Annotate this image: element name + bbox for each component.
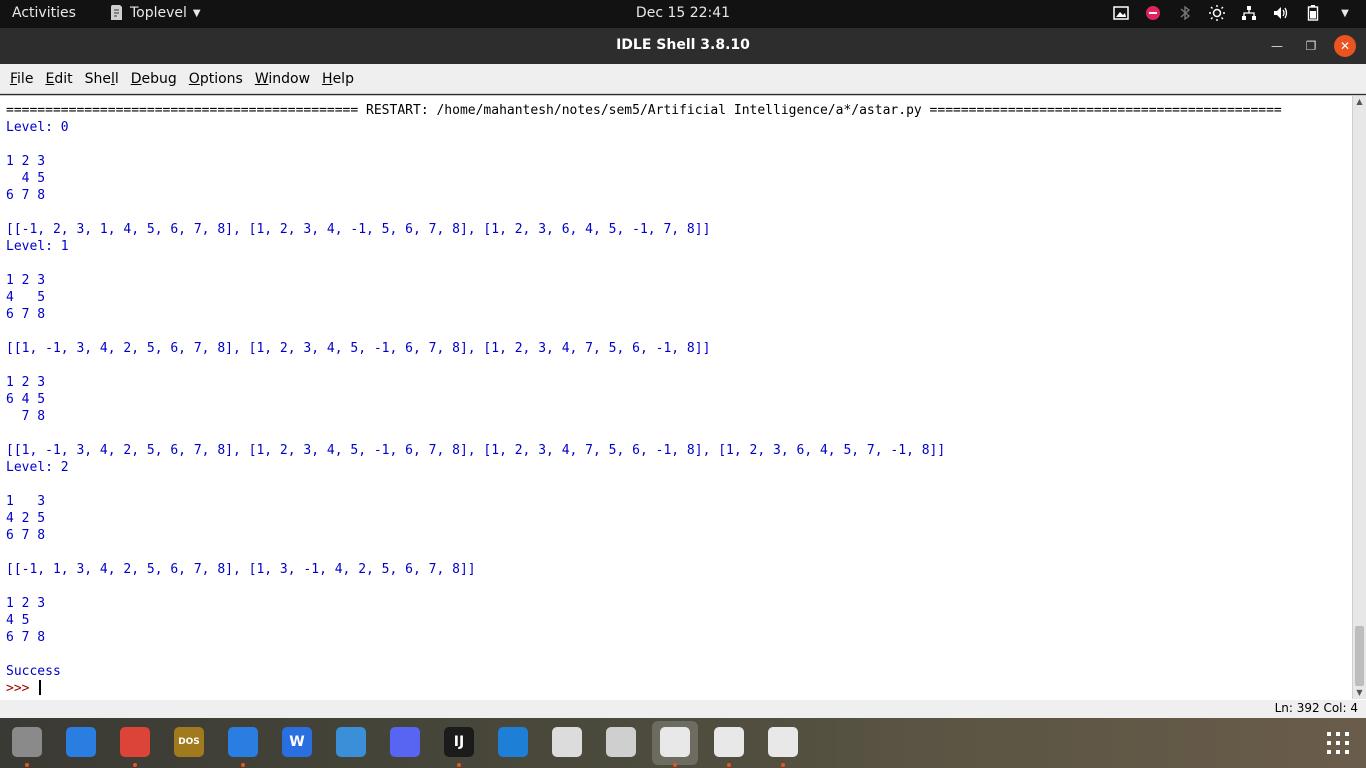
chrome-icon[interactable] bbox=[120, 727, 150, 757]
network-icon[interactable] bbox=[1240, 4, 1258, 22]
bluetooth-icon[interactable] bbox=[1176, 4, 1194, 22]
window-title: IDLE Shell 3.8.10 bbox=[616, 37, 750, 53]
window-title-bar[interactable]: IDLE Shell 3.8.10 — ❐ ✕ bbox=[0, 28, 1366, 64]
idle-python-icon-2[interactable] bbox=[714, 727, 744, 757]
output-line: [[-1, 1, 3, 4, 2, 5, 6, 7, 8], [1, 3, -1… bbox=[6, 562, 476, 577]
output-line: Level: 0 bbox=[6, 120, 69, 135]
menu-edit[interactable]: Edit bbox=[39, 71, 78, 87]
output-line: 1 2 3 bbox=[6, 596, 46, 611]
idle-python-icon-3[interactable] bbox=[768, 727, 798, 757]
shell-text-area[interactable]: ========================================… bbox=[0, 95, 1366, 700]
output-line: 6 7 8 bbox=[6, 307, 46, 322]
output-line: Level: 1 bbox=[6, 239, 69, 254]
battery-icon[interactable] bbox=[1304, 4, 1322, 22]
app-menu[interactable]: Toplevel ▼ bbox=[108, 4, 201, 22]
shell-output[interactable]: ========================================… bbox=[6, 102, 1346, 697]
output-line: Success bbox=[6, 664, 61, 679]
output-line: 6 7 8 bbox=[6, 188, 46, 203]
screenshot-icon[interactable] bbox=[1112, 4, 1130, 22]
output-line: 1 2 3 bbox=[6, 375, 46, 390]
output-line: 1 2 3 bbox=[6, 154, 46, 169]
running-indicator bbox=[25, 763, 29, 767]
maximize-icon[interactable]: ❐ bbox=[1300, 35, 1322, 57]
dock: DOS W IJ bbox=[0, 718, 1366, 768]
shell-prompt: >>> bbox=[6, 681, 38, 696]
running-indicator bbox=[133, 763, 137, 767]
dosbox-icon[interactable]: DOS bbox=[174, 727, 204, 757]
menu-file[interactable]: File bbox=[4, 71, 39, 87]
activities-button[interactable]: Activities bbox=[12, 5, 76, 21]
files-icon[interactable] bbox=[12, 727, 42, 757]
system-monitor-icon[interactable] bbox=[336, 727, 366, 757]
chevron-down-icon: ▼ bbox=[192, 7, 201, 19]
status-bar: Ln: 392 Col: 4 bbox=[0, 700, 1366, 718]
image-viewer-icon[interactable] bbox=[606, 727, 636, 757]
cursor-position: Ln: 392 Col: 4 bbox=[1274, 701, 1358, 715]
text-editor-icon[interactable] bbox=[66, 727, 96, 757]
running-indicator bbox=[457, 763, 461, 767]
output-line: 1 2 3 bbox=[6, 273, 46, 288]
prompt-line[interactable]: >>> bbox=[6, 680, 1346, 697]
feather-icon bbox=[108, 4, 124, 22]
menu-bar: File Edit Shell Debug Options Window Hel… bbox=[0, 64, 1366, 94]
dnd-icon[interactable] bbox=[1144, 4, 1162, 22]
menu-help[interactable]: Help bbox=[316, 71, 360, 87]
document-viewer-icon[interactable] bbox=[552, 727, 582, 757]
scroll-down-icon[interactable]: ▼ bbox=[1353, 687, 1366, 699]
output-line: 6 4 5 bbox=[6, 392, 46, 407]
output-line: [[1, -1, 3, 4, 2, 5, 6, 7, 8], [1, 2, 3,… bbox=[6, 341, 711, 356]
menu-options[interactable]: Options bbox=[183, 71, 249, 87]
minimize-icon[interactable]: — bbox=[1266, 35, 1288, 57]
app-menu-label: Toplevel bbox=[130, 5, 187, 21]
running-indicator bbox=[241, 763, 245, 767]
scroll-up-icon[interactable]: ▲ bbox=[1353, 96, 1366, 108]
menu-debug[interactable]: Debug bbox=[125, 71, 183, 87]
vscode-icon[interactable] bbox=[498, 727, 528, 757]
running-indicator bbox=[781, 763, 785, 767]
output-line: 7 8 bbox=[6, 409, 46, 424]
volume-icon[interactable] bbox=[1272, 4, 1290, 22]
output-line: 4 2 5 bbox=[6, 511, 46, 526]
menu-shell[interactable]: Shell bbox=[79, 71, 125, 87]
output-line: Level: 2 bbox=[6, 460, 69, 475]
remote-desktop-icon[interactable] bbox=[228, 727, 258, 757]
vertical-scrollbar[interactable]: ▲ ▼ bbox=[1352, 96, 1366, 699]
output-line: 6 7 8 bbox=[6, 630, 46, 645]
text-cursor bbox=[39, 680, 42, 695]
power-menu-chevron-icon[interactable]: ▼ bbox=[1336, 4, 1354, 22]
clock[interactable]: Dec 15 22:41 bbox=[636, 5, 730, 21]
output-line: [[1, -1, 3, 4, 2, 5, 6, 7, 8], [1, 2, 3,… bbox=[6, 443, 946, 458]
menu-window[interactable]: Window bbox=[249, 71, 316, 87]
show-applications-icon[interactable] bbox=[1327, 732, 1349, 754]
running-indicator bbox=[673, 763, 677, 767]
output-line: [[-1, 2, 3, 1, 4, 5, 6, 7, 8], [1, 2, 3,… bbox=[6, 222, 711, 237]
output-line: 4 5 bbox=[6, 613, 30, 628]
running-indicator bbox=[727, 763, 731, 767]
top-bar: Activities Toplevel ▼ Dec 15 22:41 ▼ bbox=[0, 0, 1366, 28]
discord-icon[interactable] bbox=[390, 727, 420, 757]
scrollbar-thumb[interactable] bbox=[1355, 626, 1364, 686]
output-line: 4 5 bbox=[6, 290, 46, 305]
system-tray[interactable]: ▼ bbox=[1112, 4, 1354, 22]
output-line: 1 3 bbox=[6, 494, 46, 509]
idle-python-icon-1[interactable] bbox=[660, 727, 690, 757]
restart-line: ========================================… bbox=[6, 103, 1282, 118]
output-line: 4 5 bbox=[6, 171, 46, 186]
output-line: 6 7 8 bbox=[6, 528, 46, 543]
close-icon[interactable]: ✕ bbox=[1334, 35, 1356, 57]
wps-office-icon[interactable]: W bbox=[282, 727, 312, 757]
brightness-icon[interactable] bbox=[1208, 4, 1226, 22]
intellij-icon[interactable]: IJ bbox=[444, 727, 474, 757]
